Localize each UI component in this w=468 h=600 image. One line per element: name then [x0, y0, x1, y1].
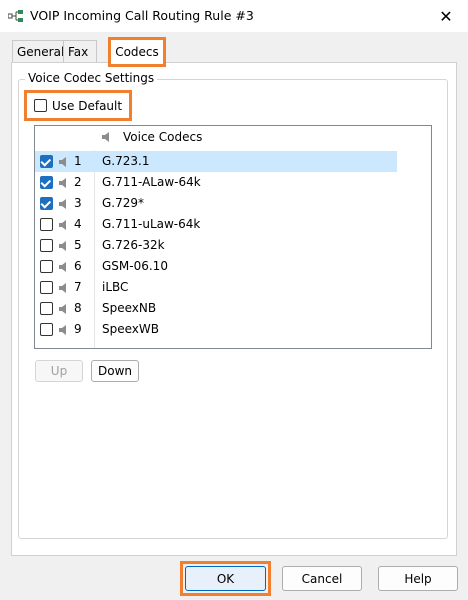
codec-priority-number: 7 [74, 280, 82, 294]
close-button[interactable]: ✕ [434, 4, 458, 28]
codec-checkbox[interactable] [40, 218, 53, 231]
up-button-label: Up [50, 364, 68, 378]
codec-checkbox[interactable] [40, 281, 53, 294]
codec-name: G.726-32k [102, 238, 165, 252]
list-item[interactable]: 6 GSM-06.10 [35, 256, 397, 277]
codec-priority-number: 2 [74, 175, 82, 189]
speaker-icon [59, 240, 66, 251]
list-header: Voice Codecs [35, 126, 431, 150]
speaker-icon [59, 219, 66, 230]
up-button[interactable]: Up [35, 360, 83, 382]
use-default-label: Use Default [52, 98, 123, 113]
codec-checkbox[interactable] [40, 239, 53, 252]
codec-name: SpeexNB [102, 301, 157, 315]
codec-checkbox[interactable] [40, 176, 53, 189]
network-routing-icon [8, 10, 23, 22]
codec-name: G.711-uLaw-64k [102, 217, 201, 231]
speaker-icon [59, 156, 66, 167]
speaker-icon [59, 324, 66, 335]
tab-fax[interactable]: Fax [63, 40, 97, 62]
voice-codecs-list[interactable]: Voice Codecs 1 G.723.1 2 G.711-ALaw-64k 3 G.7… [34, 125, 432, 349]
cancel-button[interactable]: Cancel [282, 566, 362, 591]
tab-codecs[interactable]: Codecs [108, 37, 166, 67]
codec-name: G.711-ALaw-64k [102, 175, 201, 189]
help-button[interactable]: Help [378, 566, 458, 591]
codec-name: GSM-06.10 [102, 259, 168, 273]
window-title: VOIP Incoming Call Routing Rule #3 [30, 8, 254, 23]
list-item[interactable]: 1 G.723.1 [35, 151, 397, 172]
speaker-icon [59, 261, 66, 272]
title-bar: VOIP Incoming Call Routing Rule #3 ✕ [0, 0, 468, 32]
down-button[interactable]: Down [91, 360, 139, 382]
speaker-icon [59, 177, 66, 188]
close-icon: ✕ [439, 6, 453, 26]
tab-general-label: General [17, 44, 65, 59]
codec-name: SpeexWB [102, 322, 159, 336]
tab-strip: General Fax [12, 40, 97, 62]
list-item[interactable]: 7 iLBC [35, 277, 397, 298]
list-item[interactable]: 2 G.711-ALaw-64k [35, 172, 397, 193]
ok-button[interactable]: OK [185, 566, 266, 591]
codec-name: iLBC [102, 280, 129, 294]
speaker-icon [59, 303, 66, 314]
group-title: Voice Codec Settings [25, 71, 158, 85]
down-button-label: Down [97, 364, 132, 378]
list-item[interactable]: 9 SpeexWB [35, 319, 397, 340]
codec-priority-number: 6 [74, 259, 82, 273]
codec-checkbox[interactable] [40, 302, 53, 315]
cancel-button-label: Cancel [301, 571, 343, 586]
use-default-checkbox-row[interactable]: Use Default [24, 90, 132, 121]
codec-name: G.729* [102, 196, 145, 210]
codec-checkbox[interactable] [40, 260, 53, 273]
codec-priority-number: 1 [74, 154, 82, 168]
codec-priority-number: 8 [74, 301, 82, 315]
tab-fax-label: Fax [68, 44, 89, 59]
codec-priority-number: 9 [74, 322, 82, 336]
codec-priority-number: 5 [74, 238, 82, 252]
voice-codecs-header-label: Voice Codecs [123, 130, 203, 144]
codec-name: G.723.1 [102, 154, 150, 168]
dialog-window: VOIP Incoming Call Routing Rule #3 ✕ Gen… [0, 0, 468, 600]
list-item[interactable]: 5 G.726-32k [35, 235, 397, 256]
speaker-icon [59, 282, 66, 293]
codec-checkbox[interactable] [40, 323, 53, 336]
voice-codecs-column-header[interactable]: Voice Codecs [101, 130, 202, 144]
help-button-label: Help [404, 571, 432, 586]
use-default-checkbox[interactable] [34, 99, 47, 112]
list-item[interactable]: 8 SpeexNB [35, 298, 397, 319]
tab-codecs-label: Codecs [115, 45, 159, 59]
codec-checkbox[interactable] [40, 197, 53, 210]
speaker-icon [59, 198, 66, 209]
codec-checkbox[interactable] [40, 155, 53, 168]
list-item[interactable]: 4 G.711-uLaw-64k [35, 214, 397, 235]
speaker-icon [102, 132, 109, 142]
codec-priority-number: 4 [74, 217, 82, 231]
tab-general[interactable]: General [12, 40, 64, 62]
codec-priority-number: 3 [74, 196, 82, 210]
ok-button-label: OK [216, 571, 235, 586]
list-item[interactable]: 3 G.729* [35, 193, 397, 214]
